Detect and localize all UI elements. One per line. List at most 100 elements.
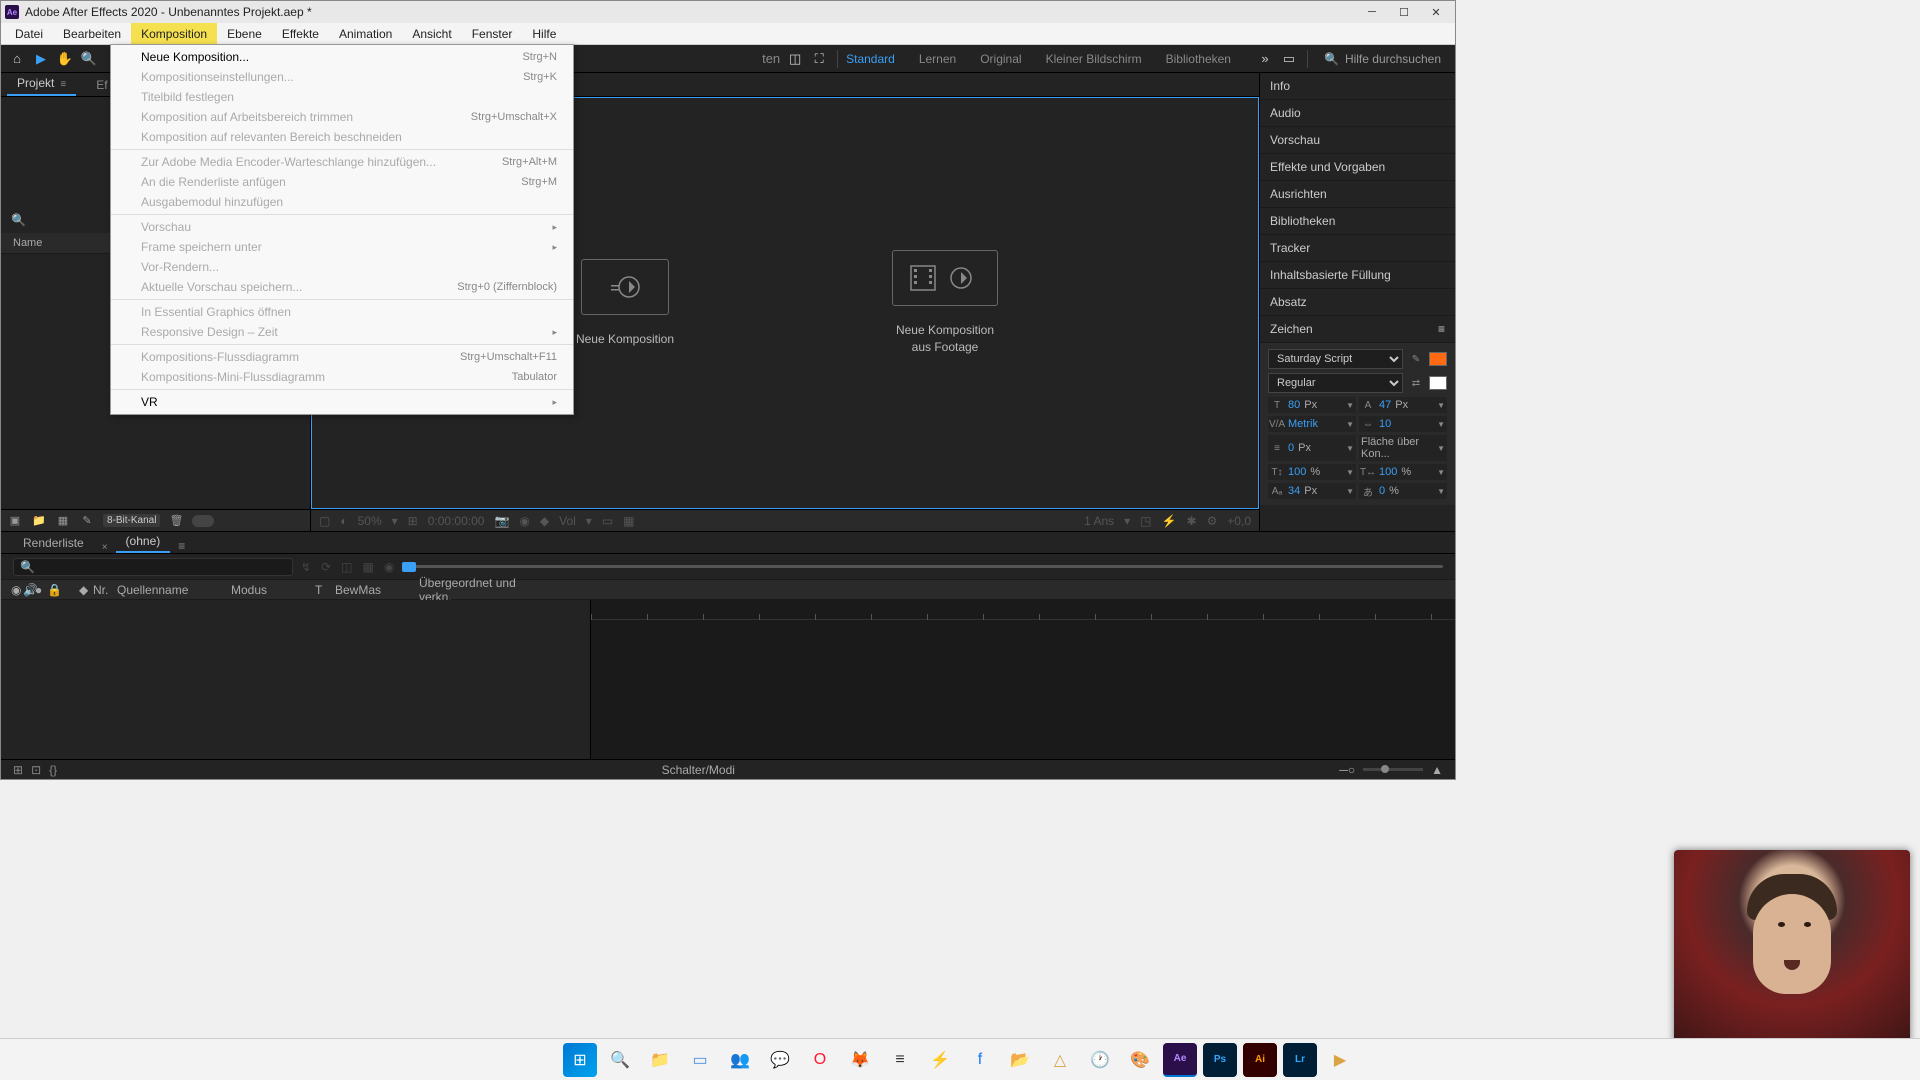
taskbar-illustrator[interactable]: Ai — [1243, 1043, 1277, 1077]
project-toggle[interactable] — [192, 515, 214, 527]
close-button[interactable]: ✕ — [1429, 5, 1443, 19]
tl-tool-icon[interactable]: ▦ — [362, 560, 373, 574]
start-button[interactable]: ⊞ — [563, 1043, 597, 1077]
hand-tool-icon[interactable]: ✋ — [55, 49, 75, 69]
taskbar-opera[interactable]: O — [803, 1043, 837, 1077]
panel-info[interactable]: Info — [1260, 73, 1455, 100]
interpret-footage-icon[interactable]: ▣ — [7, 513, 23, 529]
menu-ebene[interactable]: Ebene — [217, 23, 272, 44]
viewer-grid-icon[interactable]: ⊞ — [408, 514, 418, 528]
taskbar-aftereffects[interactable]: Ae — [1163, 1043, 1197, 1077]
taskbar-paint[interactable]: 🎨 — [1123, 1043, 1157, 1077]
viewer-gear-icon[interactable]: ⚙ — [1207, 514, 1218, 528]
taskbar-whatsapp[interactable]: 💬 — [763, 1043, 797, 1077]
tsume-field[interactable]: あ0%▼ — [1359, 483, 1447, 499]
taskbar-clock[interactable]: 🕐 — [1083, 1043, 1117, 1077]
fill-color-swatch[interactable] — [1429, 352, 1447, 366]
col-quelle[interactable]: Quellenname — [113, 583, 223, 597]
taskbar-photoshop[interactable]: Ps — [1203, 1043, 1237, 1077]
taskbar-messenger[interactable]: ⚡ — [923, 1043, 957, 1077]
toggle-modes-icon[interactable]: ⊡ — [31, 763, 41, 777]
new-comp-icon[interactable]: ▦ — [55, 513, 71, 529]
viewer-res-icon[interactable]: ▾ — [392, 514, 398, 528]
panel-inhaltsbasierte-füllung[interactable]: Inhaltsbasierte Füllung — [1260, 262, 1455, 289]
viewer-views[interactable]: 1 Ans — [1084, 514, 1114, 528]
taskbar-search[interactable]: 🔍 — [603, 1043, 637, 1077]
maximize-button[interactable]: ☐ — [1397, 5, 1411, 19]
tl-tool-icon[interactable]: ⟳ — [321, 560, 331, 574]
viewer-zoom[interactable]: 50% — [358, 514, 382, 528]
delete-icon[interactable]: 🗑 — [168, 513, 184, 529]
vscale-field[interactable]: T↕100%▼ — [1268, 464, 1356, 480]
col-bewmas[interactable]: BewMas — [331, 583, 411, 597]
font-style-select[interactable]: Regular — [1268, 373, 1403, 393]
timeline-zoom-slider[interactable]: ─○▲ — [1339, 763, 1443, 777]
viewer-3d-icon[interactable]: ◳ — [1140, 514, 1151, 528]
label-col-icon[interactable]: ◆ — [75, 583, 85, 597]
tab-close-icon[interactable]: × — [102, 542, 108, 553]
timeline-navigator[interactable] — [402, 562, 1443, 572]
character-panel-header[interactable]: Zeichen≡ — [1260, 316, 1455, 343]
eye-col-icon[interactable]: ◉ — [7, 583, 15, 597]
workspace-bibliotheken[interactable]: Bibliotheken — [1166, 52, 1231, 66]
renderlist-tab[interactable]: Renderliste — [13, 533, 94, 553]
menu-effekte[interactable]: Effekte — [272, 23, 329, 44]
viewer-channels-icon[interactable]: ◉ — [519, 514, 529, 528]
menu-item[interactable]: Neue Komposition...Strg+N — [111, 47, 573, 67]
new-composition-from-footage-card[interactable]: Neue Komposition aus Footage — [845, 250, 1045, 356]
timeline-tab[interactable]: (ohne) — [116, 531, 171, 553]
menu-komposition[interactable]: Komposition — [131, 23, 217, 44]
viewer-snapshot-icon[interactable]: 📷 — [494, 514, 509, 528]
col-nr[interactable]: Nr. — [89, 583, 109, 597]
swap-colors-icon[interactable]: ⇄ — [1409, 376, 1423, 390]
taskbar-files[interactable]: 📂 — [1003, 1043, 1037, 1077]
timeline-ruler[interactable] — [591, 600, 1455, 620]
selection-tool-icon[interactable]: ▶ — [31, 49, 51, 69]
panel-menu-icon[interactable]: ≡ — [60, 79, 66, 90]
workspace-standard[interactable]: Standard — [846, 52, 895, 66]
viewer-roi-icon[interactable]: ▭ — [602, 514, 613, 528]
viewer-fast-icon[interactable]: ✱ — [1186, 514, 1196, 528]
workspace-overflow-icon[interactable]: » — [1255, 49, 1275, 69]
bpc-label[interactable]: 8-Bit-Kanal — [103, 514, 160, 527]
viewer-transparent-icon[interactable]: ▦ — [623, 514, 634, 528]
timeline-search-input[interactable]: 🔍 — [13, 558, 293, 576]
toggle-switches-icon[interactable]: ⊞ — [13, 763, 23, 777]
workspace-lernen[interactable]: Lernen — [919, 52, 956, 66]
col-t[interactable]: T — [311, 583, 327, 597]
viewer-alpha-icon[interactable]: ◐ — [340, 514, 347, 528]
workspace-list-icon[interactable]: ▭ — [1279, 49, 1299, 69]
panel-vorschau[interactable]: Vorschau — [1260, 127, 1455, 154]
snap-icon[interactable]: ◫ — [785, 49, 805, 69]
panel-audio[interactable]: Audio — [1260, 100, 1455, 127]
stroke-mode-field[interactable]: Fläche über Kon...▼ — [1359, 435, 1447, 461]
tl-tool-icon[interactable]: ◉ — [384, 560, 394, 574]
speaker-col-icon[interactable]: 🔊 — [19, 583, 27, 597]
taskbar-media[interactable]: ▶ — [1323, 1043, 1357, 1077]
tl-tool-icon[interactable]: ↯ — [301, 560, 311, 574]
taskbar-facebook[interactable]: f — [963, 1043, 997, 1077]
stroke-width-field[interactable]: ≡0Px▼ — [1268, 435, 1356, 461]
taskbar-firefox[interactable]: 🦊 — [843, 1043, 877, 1077]
menu-fenster[interactable]: Fenster — [462, 23, 523, 44]
kerning-field[interactable]: V/AMetrik▼ — [1268, 416, 1356, 432]
menu-ansicht[interactable]: Ansicht — [402, 23, 461, 44]
viewer-color-icon[interactable]: ◆ — [540, 514, 549, 528]
menu-item[interactable]: VR — [111, 392, 573, 412]
col-modus[interactable]: Modus — [227, 583, 307, 597]
workspace-kleiner-bildschirm[interactable]: Kleiner Bildschirm — [1046, 52, 1142, 66]
baseline-field[interactable]: Aₐ34Px▼ — [1268, 483, 1356, 499]
panel-effekte-und-vorgaben[interactable]: Effekte und Vorgaben — [1260, 154, 1455, 181]
menu-animation[interactable]: Animation — [329, 23, 402, 44]
panel-bibliotheken[interactable]: Bibliotheken — [1260, 208, 1455, 235]
viewer-draft-icon[interactable]: ⚡ — [1162, 514, 1177, 528]
menu-bearbeiten[interactable]: Bearbeiten — [53, 23, 131, 44]
minimize-button[interactable]: ─ — [1365, 5, 1379, 19]
project-tab[interactable]: Projekt≡ — [7, 72, 76, 96]
workspace-original[interactable]: Original — [980, 52, 1021, 66]
leading-field[interactable]: A47Px▼ — [1359, 397, 1447, 413]
new-folder-icon[interactable]: 📁 — [31, 513, 47, 529]
menu-hilfe[interactable]: Hilfe — [522, 23, 566, 44]
switches-modes-label[interactable]: Schalter/Modi — [662, 763, 735, 777]
viewer-resolution[interactable]: Vol — [559, 514, 576, 528]
